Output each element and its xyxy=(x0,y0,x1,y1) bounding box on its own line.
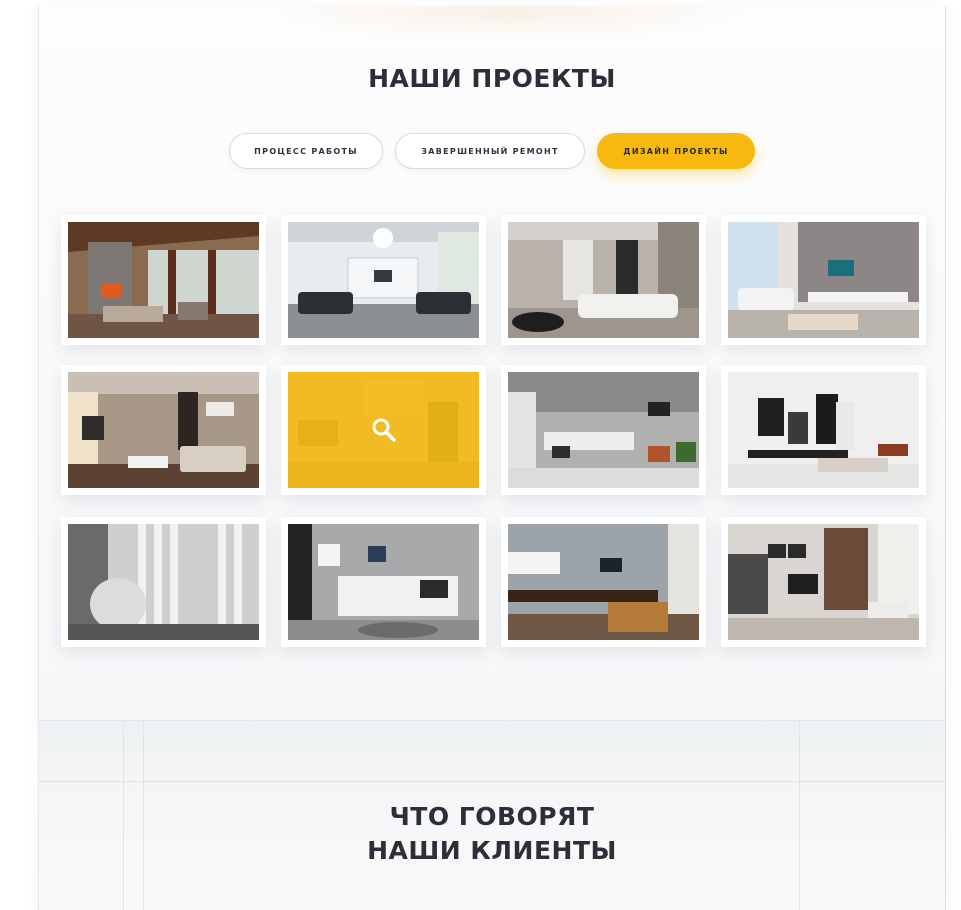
tab-design-projects[interactable]: ДИЗАЙН ПРОЕКТЫ xyxy=(597,133,755,169)
tab-completed-renovation[interactable]: ЗАВЕРШЕННЫЙ РЕМОНТ xyxy=(395,133,585,169)
project-card[interactable] xyxy=(501,215,706,345)
page: НАШИ ПРОЕКТЫ ПРОЦЕСС РАБОТЫ ЗАВЕРШЕННЫЙ … xyxy=(38,6,946,910)
project-card[interactable] xyxy=(61,365,266,495)
project-card[interactable] xyxy=(501,517,706,647)
hover-overlay[interactable] xyxy=(288,372,479,488)
tab-process[interactable]: ПРОЦЕСС РАБОТЫ xyxy=(229,133,383,169)
project-card[interactable] xyxy=(281,365,486,495)
project-photo xyxy=(728,222,919,338)
project-card[interactable] xyxy=(281,517,486,647)
project-card[interactable] xyxy=(721,365,926,495)
project-photo xyxy=(68,372,259,488)
testimonials-title: ЧТО ГОВОРЯТ НАШИ КЛИЕНТЫ xyxy=(39,800,945,868)
project-photo xyxy=(288,372,479,488)
project-card[interactable] xyxy=(61,215,266,345)
project-photo xyxy=(728,372,919,488)
project-photo xyxy=(288,524,479,640)
project-photo xyxy=(728,524,919,640)
project-photo xyxy=(508,524,699,640)
project-card[interactable] xyxy=(721,215,926,345)
project-photo xyxy=(68,524,259,640)
testimonials-title-line1: ЧТО ГОВОРЯТ xyxy=(389,802,595,831)
testimonials-title-line2: НАШИ КЛИЕНТЫ xyxy=(367,836,617,865)
project-card[interactable] xyxy=(501,365,706,495)
project-photo xyxy=(68,222,259,338)
project-photo xyxy=(288,222,479,338)
search-icon xyxy=(372,418,396,442)
project-card[interactable] xyxy=(61,517,266,647)
divider xyxy=(39,781,945,782)
project-card[interactable] xyxy=(281,215,486,345)
filter-tabs: ПРОЦЕСС РАБОТЫ ЗАВЕРШЕННЫЙ РЕМОНТ ДИЗАЙН… xyxy=(39,133,945,169)
project-photo xyxy=(508,372,699,488)
projects-title: НАШИ ПРОЕКТЫ xyxy=(368,64,616,93)
project-photo xyxy=(508,222,699,338)
project-card[interactable] xyxy=(721,517,926,647)
